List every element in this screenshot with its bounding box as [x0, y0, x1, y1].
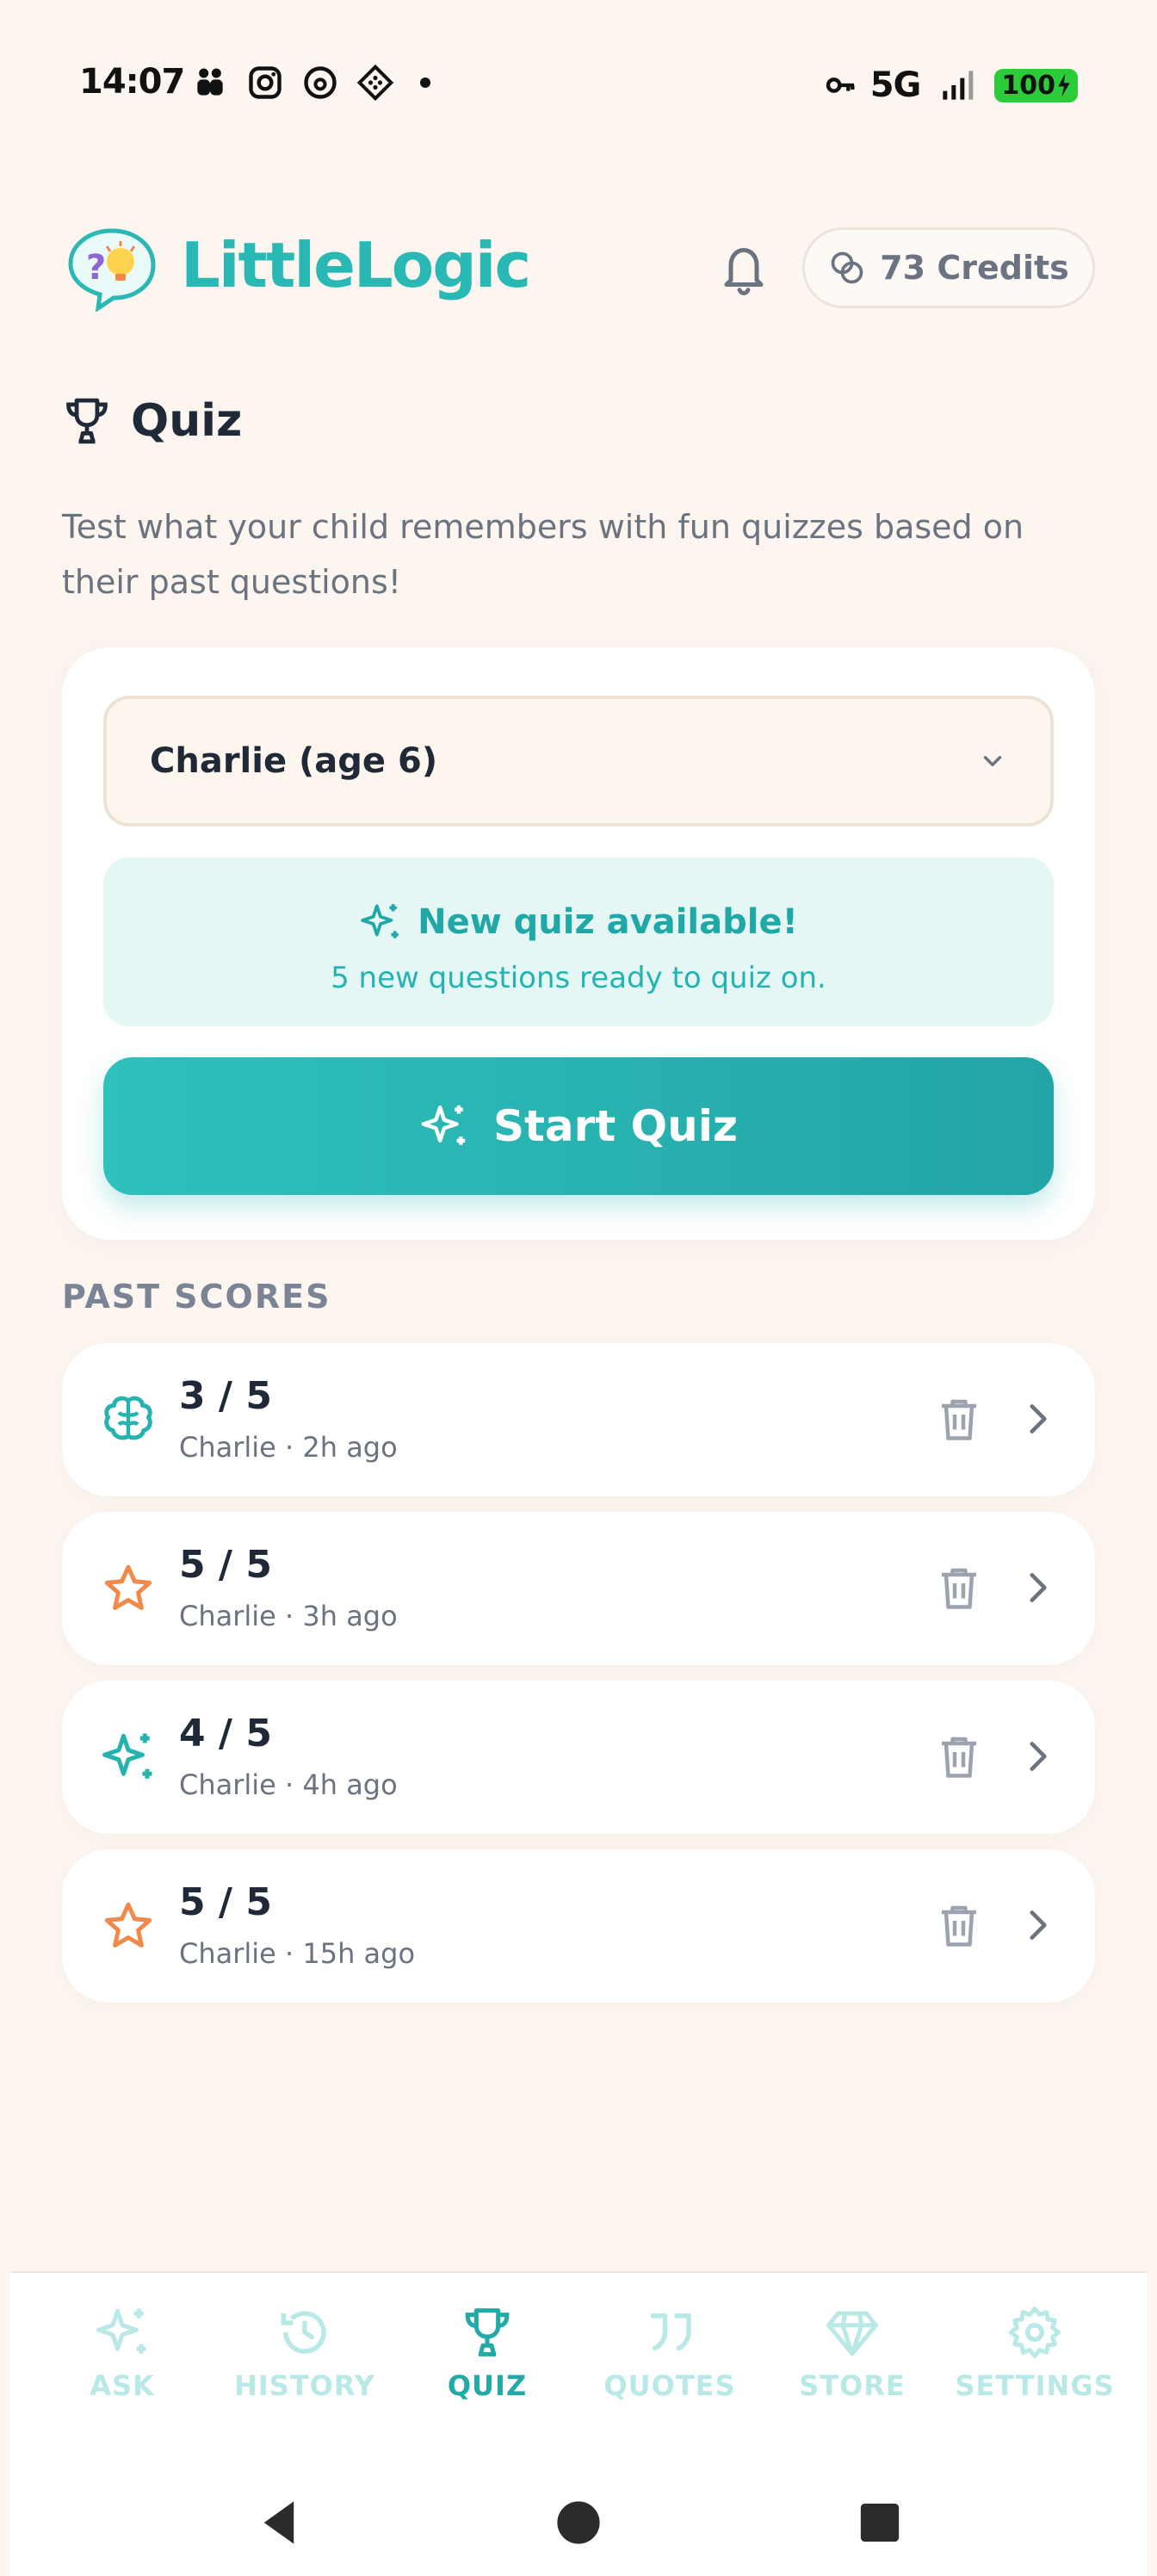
nav-label: QUIZ: [447, 2369, 528, 2402]
start-quiz-button[interactable]: Start Quiz: [103, 1057, 1054, 1195]
trash-icon[interactable]: [933, 1391, 985, 1446]
credits-label: 73 Credits: [880, 249, 1069, 287]
nav-history[interactable]: HISTORY: [219, 2304, 391, 2402]
bell-icon[interactable]: [718, 241, 770, 298]
status-bar: 14:07 5G 100: [0, 0, 1157, 172]
network-type: 5G: [869, 65, 922, 105]
chevron-right-icon[interactable]: [1016, 1901, 1059, 1949]
nav-quotes[interactable]: QUOTES: [584, 2304, 756, 2402]
brain-icon: [104, 1396, 152, 1440]
threads-icon: [304, 66, 337, 99]
nav-label: STORE: [799, 2369, 906, 2402]
people-icon: [197, 68, 223, 96]
nav-settings[interactable]: SETTINGS: [949, 2304, 1121, 2402]
score-list-item[interactable]: 5 / 5 Charlie · 3h ago: [62, 1512, 1095, 1665]
instagram-icon: [249, 66, 282, 99]
chevron-down-icon: [983, 756, 1002, 766]
diamond-icon: [826, 2311, 878, 2356]
svg-text:?: ?: [86, 248, 106, 288]
sparkle-icon: [96, 2308, 146, 2354]
system-back-icon[interactable]: [253, 2495, 305, 2550]
nav-label: QUOTES: [603, 2369, 736, 2402]
past-scores-heading: PAST SCORES: [62, 1278, 331, 1316]
notice-title: New quiz available!: [418, 902, 798, 942]
status-time: 14:07: [79, 62, 185, 102]
bottom-navigation: ASK HISTORY QUIZ QUOTES STORE SETTINGS: [10, 2271, 1147, 2576]
notice-subtitle: 5 new questions ready to quiz on.: [331, 961, 826, 995]
nav-label: HISTORY: [234, 2369, 375, 2402]
nav-label: SETTINGS: [955, 2369, 1115, 2402]
trash-icon[interactable]: [933, 1729, 985, 1784]
charging-icon: [1058, 73, 1070, 97]
score-list-item[interactable]: 4 / 5 Charlie · 4h ago: [62, 1681, 1095, 1834]
score-value: 4 / 5: [179, 1712, 272, 1756]
start-quiz-label: Start Quiz: [493, 1101, 738, 1151]
score-value: 5 / 5: [179, 1880, 272, 1924]
chevron-right-icon[interactable]: [1016, 1395, 1059, 1443]
sparkle-icon: [421, 1105, 466, 1145]
battery-indicator: 100: [994, 68, 1078, 102]
system-recents-icon[interactable]: [854, 2495, 906, 2550]
page-title: Quiz: [131, 395, 243, 447]
history-icon: [281, 2311, 326, 2354]
trash-icon[interactable]: [933, 1560, 985, 1615]
sparkle-icon: [361, 904, 399, 938]
quote-icon: [651, 2313, 691, 2351]
gear-icon: [1009, 2307, 1061, 2358]
credits-button[interactable]: 73 Credits: [802, 227, 1095, 308]
chevron-right-icon[interactable]: [1016, 1564, 1059, 1612]
star-icon: [104, 1902, 152, 1948]
page-title-row: Quiz: [62, 394, 242, 448]
score-value: 5 / 5: [179, 1543, 272, 1587]
star-icon: [104, 1564, 152, 1611]
score-list-item[interactable]: 3 / 5 Charlie · 2h ago: [62, 1343, 1095, 1496]
trash-icon[interactable]: [933, 1898, 985, 1953]
trophy-icon: [465, 2308, 510, 2356]
score-list-item[interactable]: 5 / 5 Charlie · 15h ago: [62, 1849, 1095, 2003]
child-select-value: Charlie (age 6): [150, 741, 438, 781]
quiz-card: Charlie (age 6) New quiz available! 5 ne…: [62, 647, 1095, 1240]
status-notification-icons: [191, 64, 430, 102]
signal-icon: [943, 71, 974, 100]
nav-label: ASK: [90, 2369, 155, 2402]
page-description: Test what your child remembers with fun …: [62, 508, 1024, 601]
new-quiz-notice: New quiz available! 5 new questions read…: [103, 858, 1054, 1026]
vpn-key-icon: [826, 77, 855, 93]
app-name: LittleLogic: [181, 229, 531, 301]
chevron-right-icon[interactable]: [1016, 1732, 1059, 1780]
sparkle-icon: [102, 1733, 152, 1779]
app-logo-icon: ?: [68, 228, 156, 312]
app-grid-icon: [356, 64, 394, 102]
child-select[interactable]: Charlie (age 6): [103, 696, 1054, 827]
score-meta: Charlie · 15h ago: [179, 1937, 416, 1970]
status-right: 5G 100: [824, 65, 1078, 105]
coins-icon: [831, 251, 863, 284]
battery-level: 100: [1001, 70, 1055, 101]
score-value: 3 / 5: [179, 1374, 272, 1418]
score-meta: Charlie · 4h ago: [179, 1768, 398, 1801]
score-meta: Charlie · 3h ago: [179, 1600, 398, 1632]
nav-ask[interactable]: ASK: [36, 2304, 208, 2402]
system-home-icon[interactable]: [553, 2495, 604, 2550]
more-notifications-dot: [420, 77, 430, 88]
score-meta: Charlie · 2h ago: [179, 1431, 398, 1464]
trophy-icon: [66, 398, 108, 444]
nav-quiz[interactable]: QUIZ: [401, 2304, 573, 2402]
nav-store[interactable]: STORE: [766, 2304, 938, 2402]
